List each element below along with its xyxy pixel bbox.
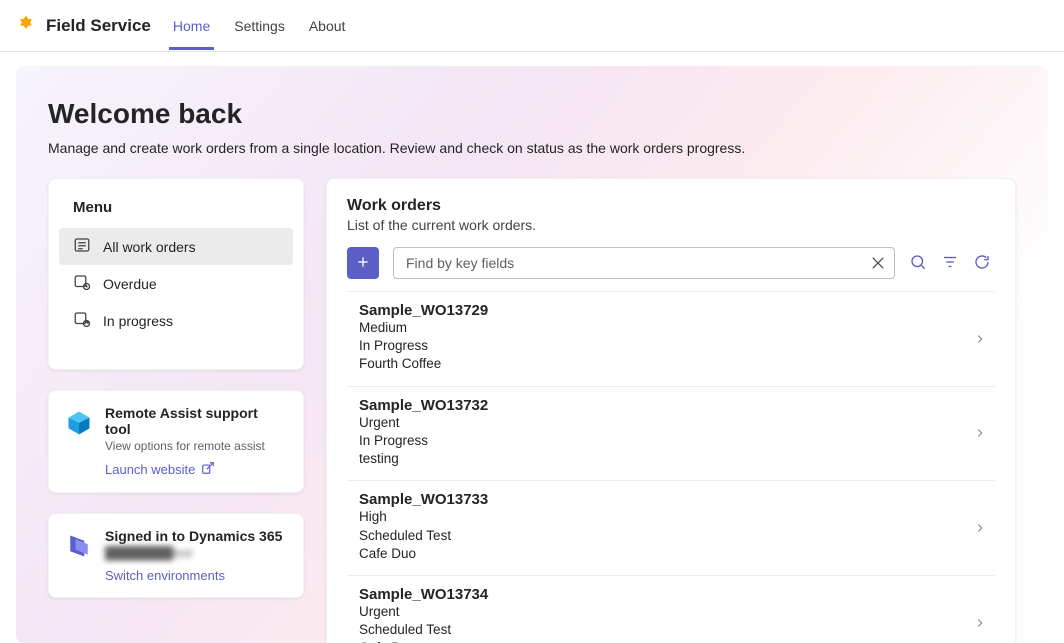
nav-about[interactable]: About (309, 2, 346, 50)
page: Welcome back Manage and create work orde… (16, 66, 1048, 643)
list-icon (73, 236, 91, 257)
top-nav: Home Settings About (173, 2, 346, 50)
menu-item-label: In progress (103, 313, 173, 329)
app-logo: Field Service (16, 14, 151, 37)
nav-settings[interactable]: Settings (234, 2, 285, 50)
row-id: Sample_WO13733 (359, 491, 991, 508)
row-status: Scheduled Test (359, 527, 991, 545)
row-account: Cafe Duo (359, 545, 991, 563)
chevron-right-icon (973, 426, 987, 440)
search-input[interactable] (393, 247, 895, 279)
menu-item-label: Overdue (103, 276, 157, 292)
main-column: Work orders List of the current work ord… (326, 178, 1016, 643)
dynamics-env: ████████test (105, 546, 282, 560)
row-id: Sample_WO13729 (359, 302, 991, 319)
refresh-icon[interactable] (973, 253, 991, 274)
search-icon[interactable] (909, 253, 927, 274)
chevron-right-icon (973, 521, 987, 535)
app-title: Field Service (46, 16, 151, 36)
row-status: In Progress (359, 432, 991, 450)
menu-item-label: All work orders (103, 239, 196, 255)
chevron-right-icon (973, 616, 987, 630)
nav-home[interactable]: Home (173, 2, 210, 50)
search-wrap (393, 247, 895, 279)
menu-item-overdue[interactable]: Overdue (59, 265, 293, 302)
switch-environments-link[interactable]: Switch environments (105, 568, 225, 583)
remote-assist-card: Remote Assist support tool View options … (48, 390, 304, 493)
page-title: Welcome back (48, 98, 1016, 130)
external-link-icon (201, 461, 215, 478)
row-priority: Urgent (359, 414, 991, 432)
add-button[interactable] (347, 247, 379, 279)
filter-icon[interactable] (941, 253, 959, 274)
menu-card: Menu All work orders Overdue (48, 178, 304, 370)
row-id: Sample_WO13732 (359, 397, 991, 414)
menu-item-inprogress[interactable]: In progress (59, 302, 293, 339)
progress-icon (73, 310, 91, 331)
app-logo-icon (16, 14, 36, 37)
clear-icon[interactable] (869, 254, 887, 272)
row-id: Sample_WO13734 (359, 586, 991, 603)
plus-icon (355, 254, 371, 273)
hexagon-icon (65, 405, 93, 478)
menu-item-all[interactable]: All work orders (59, 228, 293, 265)
row-account: testing (359, 450, 991, 468)
remote-assist-title: Remote Assist support tool (105, 405, 287, 437)
chevron-right-icon (973, 332, 987, 346)
work-orders-subtitle: List of the current work orders. (347, 217, 995, 233)
row-priority: Medium (359, 319, 991, 337)
row-status: Scheduled Test (359, 621, 991, 639)
page-subtitle: Manage and create work orders from a sin… (48, 140, 1016, 156)
work-order-row[interactable]: Sample_WO13729MediumIn ProgressFourth Co… (347, 291, 995, 387)
work-order-row[interactable]: Sample_WO13733HighScheduled TestCafe Duo (347, 481, 995, 576)
work-order-row[interactable]: Sample_WO13734UrgentScheduled TestCafe D… (347, 576, 995, 643)
app-header: Field Service Home Settings About (0, 0, 1064, 52)
work-order-list: Sample_WO13729MediumIn ProgressFourth Co… (347, 291, 995, 643)
toolbar (347, 247, 995, 279)
row-account: Fourth Coffee (359, 355, 991, 373)
clock-icon (73, 273, 91, 294)
dynamics-card: Signed in to Dynamics 365 ████████test S… (48, 513, 304, 598)
remote-assist-subtitle: View options for remote assist (105, 439, 287, 453)
row-priority: Urgent (359, 603, 991, 621)
dynamics-title: Signed in to Dynamics 365 (105, 528, 282, 544)
work-orders-title: Work orders (347, 197, 995, 215)
work-order-row[interactable]: Sample_WO13732UrgentIn Progresstesting (347, 387, 995, 482)
link-label: Switch environments (105, 568, 225, 583)
row-account: Cafe Duo (359, 639, 991, 643)
menu-title: Menu (73, 199, 279, 216)
link-label: Launch website (105, 462, 195, 477)
row-priority: High (359, 508, 991, 526)
launch-website-link[interactable]: Launch website (105, 461, 215, 478)
sidebar: Menu All work orders Overdue (48, 178, 304, 643)
work-orders-card: Work orders List of the current work ord… (326, 178, 1016, 643)
dynamics-icon (65, 528, 93, 583)
row-status: In Progress (359, 337, 991, 355)
